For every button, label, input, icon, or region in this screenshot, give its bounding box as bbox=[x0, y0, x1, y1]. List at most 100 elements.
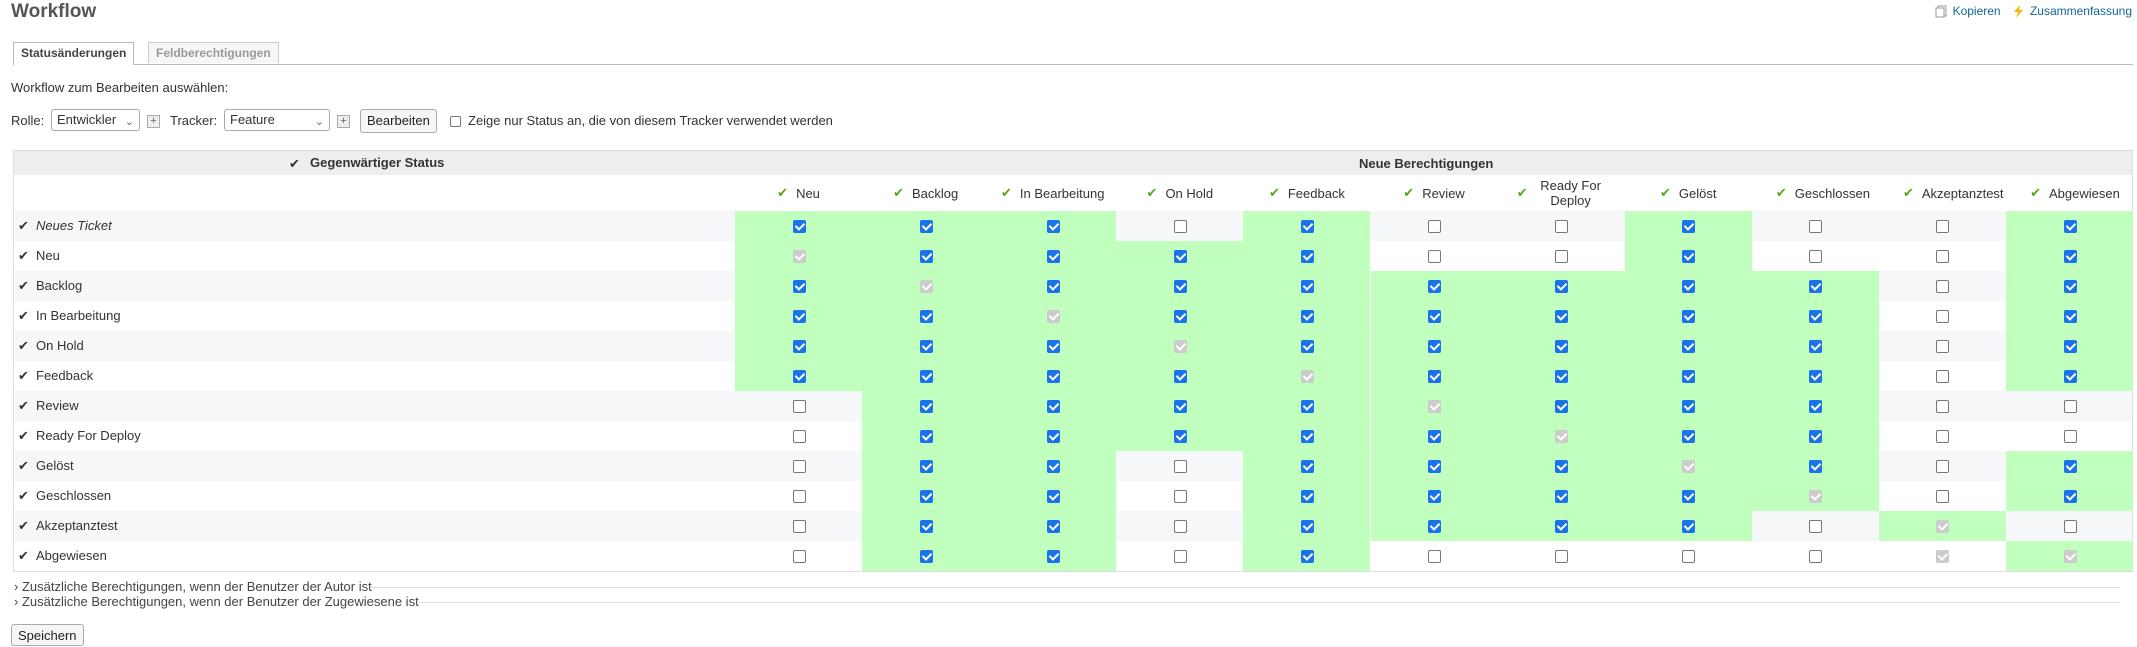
transition-checkbox[interactable] bbox=[1555, 220, 1569, 233]
transition-checkbox[interactable] bbox=[1809, 250, 1823, 263]
expand-tracker-icon[interactable]: + bbox=[337, 115, 350, 128]
transition-checkbox[interactable] bbox=[2063, 460, 2077, 473]
transition-checkbox[interactable] bbox=[1682, 400, 1696, 413]
transition-checkbox[interactable] bbox=[1428, 310, 1442, 323]
transition-checkbox[interactable] bbox=[1936, 340, 1950, 353]
transition-checkbox[interactable] bbox=[1555, 520, 1569, 533]
transition-checkbox[interactable] bbox=[1555, 400, 1569, 413]
tracker-select[interactable]: Feature ⌄ bbox=[224, 109, 330, 131]
transition-checkbox[interactable] bbox=[1428, 520, 1442, 533]
transition-checkbox[interactable] bbox=[1300, 490, 1314, 503]
transition-checkbox[interactable] bbox=[1936, 400, 1950, 413]
transition-checkbox[interactable] bbox=[1173, 520, 1187, 533]
transition-checkbox[interactable] bbox=[1300, 400, 1314, 413]
transition-checkbox[interactable] bbox=[1173, 550, 1187, 563]
transition-checkbox[interactable] bbox=[919, 490, 933, 503]
transition-checkbox[interactable] bbox=[919, 220, 933, 233]
transition-checkbox[interactable] bbox=[1682, 250, 1696, 263]
assignee-permissions-toggle[interactable]: › Zusätzliche Berechtigungen, wenn der B… bbox=[14, 594, 2120, 609]
transition-checkbox[interactable] bbox=[1046, 550, 1060, 563]
transition-checkbox[interactable] bbox=[1555, 490, 1569, 503]
transition-checkbox[interactable] bbox=[2063, 220, 2077, 233]
column-header[interactable]: ✔ Neu bbox=[735, 175, 862, 211]
transition-checkbox[interactable] bbox=[1682, 370, 1696, 383]
check-icon[interactable]: ✔ bbox=[18, 278, 29, 294]
transition-checkbox[interactable] bbox=[1936, 460, 1950, 473]
transition-checkbox[interactable] bbox=[1555, 280, 1569, 293]
transition-checkbox[interactable] bbox=[1936, 490, 1950, 503]
copy-link[interactable]: Kopieren bbox=[1935, 4, 2001, 18]
transition-checkbox[interactable] bbox=[792, 370, 806, 383]
transition-checkbox[interactable] bbox=[2063, 280, 2077, 293]
transition-checkbox[interactable] bbox=[792, 280, 806, 293]
transition-checkbox[interactable] bbox=[792, 430, 806, 443]
transition-checkbox[interactable] bbox=[1173, 430, 1187, 443]
transition-checkbox[interactable] bbox=[1809, 340, 1823, 353]
transition-checkbox[interactable] bbox=[1682, 430, 1696, 443]
transition-checkbox[interactable] bbox=[1173, 370, 1187, 383]
check-icon[interactable]: ✔ bbox=[18, 488, 29, 504]
transition-checkbox[interactable] bbox=[1936, 370, 1950, 383]
transition-checkbox[interactable] bbox=[792, 550, 806, 563]
transition-checkbox[interactable] bbox=[2063, 310, 2077, 323]
transition-checkbox[interactable] bbox=[1046, 520, 1060, 533]
transition-checkbox[interactable] bbox=[919, 400, 933, 413]
transition-checkbox[interactable] bbox=[1555, 370, 1569, 383]
transition-checkbox[interactable] bbox=[1809, 460, 1823, 473]
transition-checkbox[interactable] bbox=[1173, 280, 1187, 293]
transition-checkbox[interactable] bbox=[1809, 400, 1823, 413]
column-header[interactable]: ✔ Gelöst bbox=[1625, 175, 1752, 211]
transition-checkbox[interactable] bbox=[1682, 310, 1696, 323]
transition-checkbox[interactable] bbox=[1428, 340, 1442, 353]
transition-checkbox[interactable] bbox=[1682, 550, 1696, 563]
transition-checkbox[interactable] bbox=[1173, 220, 1187, 233]
transition-checkbox[interactable] bbox=[2063, 430, 2077, 443]
check-icon[interactable]: ✔ bbox=[18, 458, 29, 474]
transition-checkbox[interactable] bbox=[919, 340, 933, 353]
transition-checkbox[interactable] bbox=[2063, 520, 2077, 533]
tab-status-changes[interactable]: Statusänderungen bbox=[13, 42, 135, 65]
check-icon[interactable]: ✔ bbox=[18, 548, 29, 564]
check-icon[interactable]: ✔ bbox=[18, 398, 29, 414]
transition-checkbox[interactable] bbox=[1300, 250, 1314, 263]
check-icon[interactable]: ✔ bbox=[18, 368, 29, 384]
transition-checkbox[interactable] bbox=[1682, 520, 1696, 533]
transition-checkbox[interactable] bbox=[1555, 310, 1569, 323]
used-statuses-only-checkbox[interactable] bbox=[450, 116, 461, 127]
transition-checkbox[interactable] bbox=[792, 340, 806, 353]
transition-checkbox[interactable] bbox=[1046, 220, 1060, 233]
transition-checkbox[interactable] bbox=[792, 220, 806, 233]
role-select[interactable]: Entwickler ⌄ bbox=[51, 109, 140, 131]
transition-checkbox[interactable] bbox=[1682, 490, 1696, 503]
transition-checkbox[interactable] bbox=[1300, 310, 1314, 323]
check-icon[interactable]: ✔ bbox=[18, 218, 29, 234]
transition-checkbox[interactable] bbox=[792, 310, 806, 323]
transition-checkbox[interactable] bbox=[1936, 430, 1950, 443]
transition-checkbox[interactable] bbox=[1173, 460, 1187, 473]
transition-checkbox[interactable] bbox=[1428, 280, 1442, 293]
transition-checkbox[interactable] bbox=[1936, 250, 1950, 263]
transition-checkbox[interactable] bbox=[1555, 340, 1569, 353]
transition-checkbox[interactable] bbox=[2063, 370, 2077, 383]
transition-checkbox[interactable] bbox=[2063, 490, 2077, 503]
save-button[interactable]: Speichern bbox=[11, 624, 84, 646]
transition-checkbox[interactable] bbox=[1936, 280, 1950, 293]
check-icon[interactable]: ✔ bbox=[18, 308, 29, 324]
transition-checkbox[interactable] bbox=[1809, 370, 1823, 383]
transition-checkbox[interactable] bbox=[792, 520, 806, 533]
transition-checkbox[interactable] bbox=[1300, 550, 1314, 563]
transition-checkbox[interactable] bbox=[919, 430, 933, 443]
transition-checkbox[interactable] bbox=[1428, 460, 1442, 473]
transition-checkbox[interactable] bbox=[1173, 400, 1187, 413]
transition-checkbox[interactable] bbox=[792, 460, 806, 473]
transition-checkbox[interactable] bbox=[919, 460, 933, 473]
transition-checkbox[interactable] bbox=[1300, 430, 1314, 443]
tab-field-permissions[interactable]: Feldberechtigungen bbox=[148, 42, 279, 63]
transition-checkbox[interactable] bbox=[1555, 550, 1569, 563]
expand-role-icon[interactable]: + bbox=[147, 115, 160, 128]
column-header[interactable]: ✔ Backlog bbox=[862, 175, 989, 211]
transition-checkbox[interactable] bbox=[919, 370, 933, 383]
column-header[interactable]: ✔ Abgewiesen bbox=[2006, 175, 2133, 211]
transition-checkbox[interactable] bbox=[1046, 460, 1060, 473]
transition-checkbox[interactable] bbox=[1555, 460, 1569, 473]
